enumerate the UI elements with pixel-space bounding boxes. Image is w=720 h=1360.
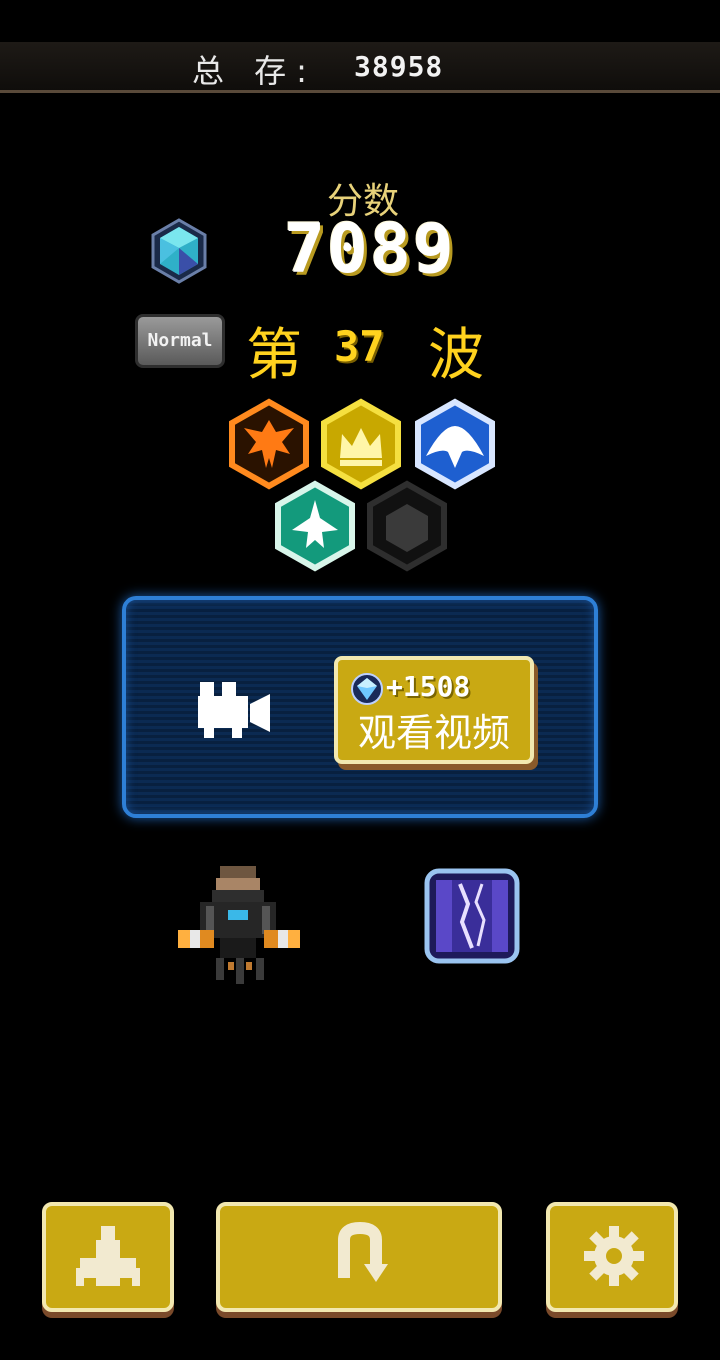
restart-icon — [338, 1221, 388, 1282]
total-label: 总 存: — [192, 52, 317, 90]
score-value: 7089 — [284, 210, 456, 289]
restart-button[interactable] — [216, 1202, 502, 1312]
player-ship-icon — [178, 866, 300, 984]
difficulty-badge: Normal — [135, 314, 225, 368]
gem-icon — [151, 218, 207, 284]
wave-prefix: 第 — [246, 323, 302, 388]
total-bar: 总 存: 38958 — [0, 42, 720, 93]
video-camera-icon — [198, 682, 270, 738]
gear-icon — [584, 1226, 644, 1286]
hangar-button[interactable] — [42, 1202, 174, 1312]
gem-icon — [351, 673, 383, 705]
fighter-badge-icon — [275, 480, 355, 572]
wave-suffix: 波 — [428, 323, 484, 388]
watch-video-label: 观看视频 — [357, 711, 510, 755]
watch-video-button[interactable]: +1508 观看视频 — [334, 656, 534, 764]
total-value: 38958 — [354, 50, 444, 83]
empty-slot-icon — [367, 480, 447, 572]
reward-amount: +1508 — [386, 670, 471, 703]
lightning-powerup-icon — [424, 868, 520, 964]
wave-number: 37 — [334, 322, 385, 371]
settings-button[interactable] — [546, 1202, 678, 1312]
ship-silhouette-icon — [76, 1226, 140, 1286]
reward-panel: +1508 观看视频 — [122, 596, 598, 818]
game-over-screen: 总 存: 38958 分数 7089 Normal 第 37 波 +1508 观… — [0, 0, 720, 1360]
